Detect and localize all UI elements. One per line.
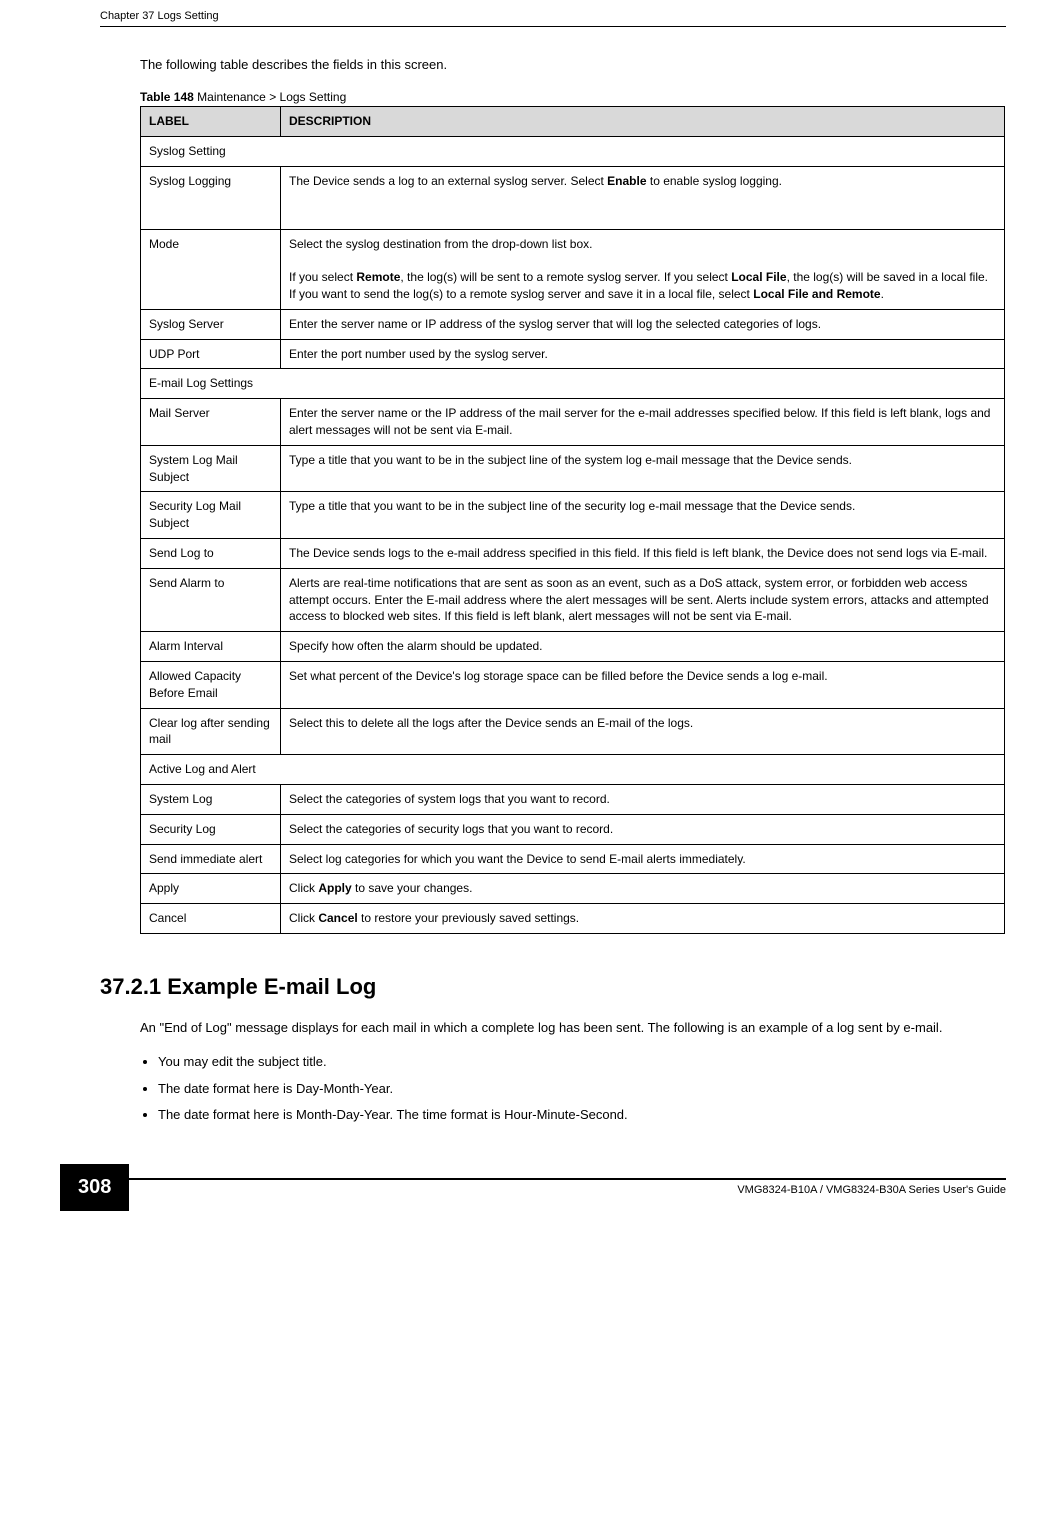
table-row: Mail ServerEnter the server name or the … — [141, 399, 1005, 446]
table-caption: Table 148 Maintenance > Logs Setting — [140, 90, 1006, 104]
label-cell: Syslog Server — [141, 309, 281, 339]
label-cell: Send Log to — [141, 538, 281, 568]
label-cell: Send immediate alert — [141, 844, 281, 874]
description-cell: Set what percent of the Device's log sto… — [281, 661, 1005, 708]
label-cell: Cancel — [141, 904, 281, 934]
list-item: You may edit the subject title. — [158, 1053, 1006, 1071]
section-heading: 37.2.1 Example E-mail Log — [100, 974, 1006, 1000]
table-row: Active Log and Alert — [141, 755, 1005, 785]
page-number: 308 — [60, 1164, 129, 1211]
table-number: Table 148 — [140, 90, 194, 104]
description-cell: Select the categories of system logs tha… — [281, 784, 1005, 814]
description-cell: Enter the server name or IP address of t… — [281, 309, 1005, 339]
section-cell: Syslog Setting — [141, 136, 1005, 166]
table-row: CancelClick Cancel to restore your previ… — [141, 904, 1005, 934]
label-cell: UDP Port — [141, 339, 281, 369]
label-cell: System Log — [141, 784, 281, 814]
description-cell: Select the categories of security logs t… — [281, 814, 1005, 844]
label-cell: Security Log — [141, 814, 281, 844]
description-cell: Click Apply to save your changes. — [281, 874, 1005, 904]
section-cell: Active Log and Alert — [141, 755, 1005, 785]
list-item: The date format here is Day-Month-Year. — [158, 1080, 1006, 1098]
table-row: Send Log toThe Device sends logs to the … — [141, 538, 1005, 568]
table-row: Syslog LoggingThe Device sends a log to … — [141, 166, 1005, 229]
description-cell: Enter the port number used by the syslog… — [281, 339, 1005, 369]
page-footer: 308 VMG8324-B10A / VMG8324-B30A Series U… — [100, 1164, 1006, 1211]
table-row: Syslog ServerEnter the server name or IP… — [141, 309, 1005, 339]
col-header-label: LABEL — [141, 107, 281, 137]
table-header-row: LABEL DESCRIPTION — [141, 107, 1005, 137]
description-cell: The Device sends logs to the e-mail addr… — [281, 538, 1005, 568]
table-row: UDP PortEnter the port number used by th… — [141, 339, 1005, 369]
label-cell: Clear log after sending mail — [141, 708, 281, 755]
table-row: Send Alarm toAlerts are real-time notifi… — [141, 568, 1005, 631]
description-cell: Type a title that you want to be in the … — [281, 492, 1005, 539]
table-row: Security LogSelect the categories of sec… — [141, 814, 1005, 844]
label-cell: Security Log Mail Subject — [141, 492, 281, 539]
footer-text: VMG8324-B10A / VMG8324-B30A Series User'… — [129, 1184, 1006, 1196]
label-cell: System Log Mail Subject — [141, 445, 281, 492]
section-cell: E-mail Log Settings — [141, 369, 1005, 399]
list-item: The date format here is Month-Day-Year. … — [158, 1106, 1006, 1124]
label-cell: Mail Server — [141, 399, 281, 446]
description-cell: Select the syslog destination from the d… — [281, 229, 1005, 309]
header-rule — [100, 26, 1006, 27]
section-body: An "End of Log" message displays for eac… — [140, 1018, 1006, 1038]
table-row: Syslog Setting — [141, 136, 1005, 166]
table-row: System Log Mail SubjectType a title that… — [141, 445, 1005, 492]
label-cell: Apply — [141, 874, 281, 904]
description-cell: Select this to delete all the logs after… — [281, 708, 1005, 755]
intro-paragraph: The following table describes the fields… — [140, 57, 1006, 72]
table-row: Security Log Mail SubjectType a title th… — [141, 492, 1005, 539]
fields-table: LABEL DESCRIPTION Syslog SettingSyslog L… — [140, 106, 1005, 934]
description-cell: Specify how often the alarm should be up… — [281, 632, 1005, 662]
label-cell: Allowed Capacity Before Email — [141, 661, 281, 708]
table-row: System LogSelect the categories of syste… — [141, 784, 1005, 814]
table-row: ModeSelect the syslog destination from t… — [141, 229, 1005, 309]
table-row: Allowed Capacity Before EmailSet what pe… — [141, 661, 1005, 708]
table-title: Maintenance > Logs Setting — [194, 90, 346, 104]
table-row: ApplyClick Apply to save your changes. — [141, 874, 1005, 904]
label-cell: Send Alarm to — [141, 568, 281, 631]
table-row: E-mail Log Settings — [141, 369, 1005, 399]
label-cell: Mode — [141, 229, 281, 309]
description-cell: The Device sends a log to an external sy… — [281, 166, 1005, 229]
bullet-list: You may edit the subject title. The date … — [140, 1053, 1006, 1124]
table-row: Alarm IntervalSpecify how often the alar… — [141, 632, 1005, 662]
description-cell: Type a title that you want to be in the … — [281, 445, 1005, 492]
table-row: Clear log after sending mailSelect this … — [141, 708, 1005, 755]
table-row: Send immediate alertSelect log categorie… — [141, 844, 1005, 874]
description-cell: Enter the server name or the IP address … — [281, 399, 1005, 446]
label-cell: Alarm Interval — [141, 632, 281, 662]
col-header-desc: DESCRIPTION — [281, 107, 1005, 137]
running-header: Chapter 37 Logs Setting — [100, 10, 1006, 22]
description-cell: Select log categories for which you want… — [281, 844, 1005, 874]
description-cell: Click Cancel to restore your previously … — [281, 904, 1005, 934]
label-cell: Syslog Logging — [141, 166, 281, 229]
description-cell: Alerts are real-time notifications that … — [281, 568, 1005, 631]
